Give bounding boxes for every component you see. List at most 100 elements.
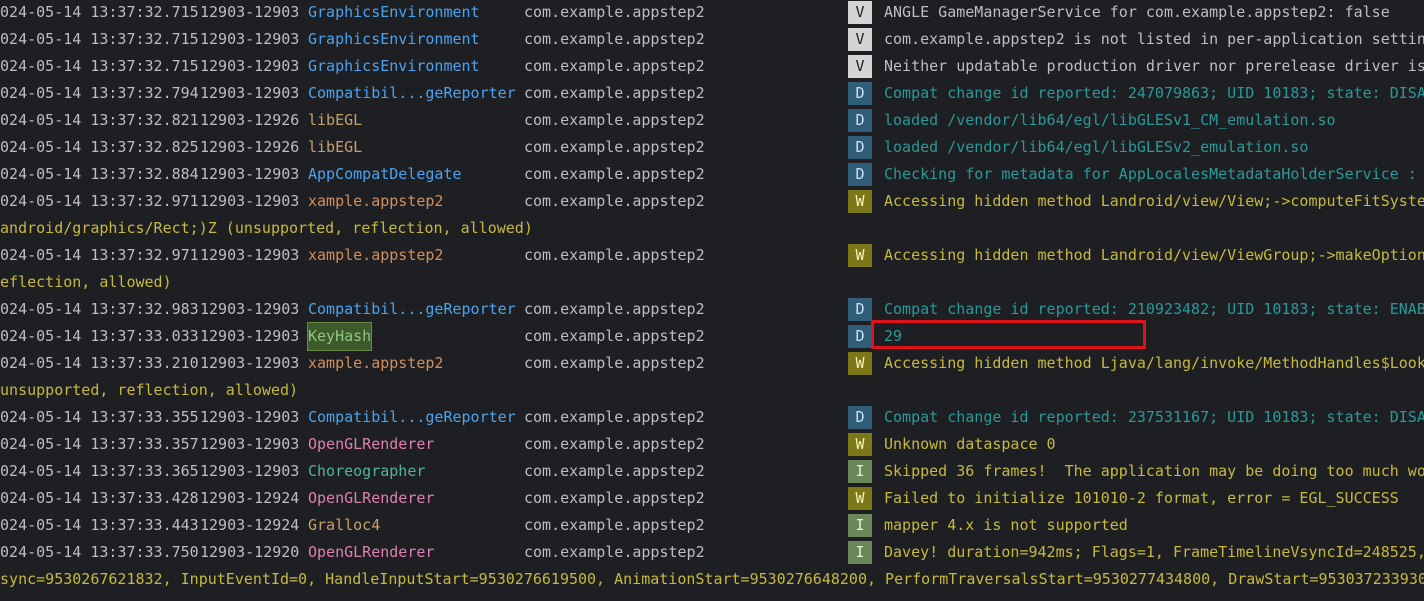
log-continuation-line[interactable]: Vsync=9530267621832, InputEventId=0, Han… — [0, 566, 1424, 593]
highlight-box — [871, 320, 1146, 349]
log-row[interactable]: 2024-05-14 13:37:33.033 12903-12903 KeyHas… — [0, 322, 1424, 351]
log-timestamp: 2024-05-14 13:37:33.210 — [0, 354, 199, 372]
log-level-badge: I — [848, 514, 872, 537]
log-row[interactable]: 2024-05-14 13:37:33.210 12903-12903 xample… — [0, 350, 1424, 377]
log-package: com.example.appstep2 — [524, 30, 705, 48]
log-row[interactable]: 2024-05-14 13:37:33.428 12903-12924 OpenGL… — [0, 485, 1424, 512]
log-timestamp: 2024-05-14 13:37:33.428 — [0, 489, 199, 507]
log-message: Accessing hidden method Landroid/view/Vi… — [884, 192, 1424, 210]
log-pid-tid: 12903-12903 — [200, 327, 300, 345]
log-pid-tid: 12903-12903 — [200, 246, 300, 264]
log-tag: KeyHash — [306, 322, 373, 351]
log-tag: xample.appstep2 — [308, 192, 444, 210]
log-pid-tid: 12903-12924 — [200, 516, 300, 534]
log-level-badge: W — [848, 352, 872, 375]
log-tag: Gralloc4 — [308, 516, 381, 534]
log-row[interactable]: 2024-05-14 13:37:32.794 12903-12903 Compat… — [0, 80, 1424, 107]
logcat-panel[interactable]: 2024-05-14 13:37:32.715 12903-12903 Graphi… — [0, 0, 1424, 601]
log-pid-tid: 12903-12903 — [200, 435, 300, 453]
log-package: com.example.appstep2 — [524, 111, 705, 129]
log-timestamp: 2024-05-14 13:37:32.715 — [0, 3, 199, 21]
log-tag: libEGL — [308, 111, 363, 129]
log-tag: Compatibil...geReporter — [308, 300, 516, 318]
log-tag: OpenGLRenderer — [308, 543, 435, 561]
log-continuation-text: (unsupported, reflection, allowed) — [0, 381, 299, 399]
log-level-badge: D — [848, 109, 872, 132]
log-message: Skipped 36 frames! The application may b… — [884, 462, 1424, 480]
log-row[interactable]: 2024-05-14 13:37:33.355 12903-12903 Compat… — [0, 404, 1424, 431]
log-level-badge: D — [848, 163, 872, 186]
log-timestamp: 2024-05-14 13:37:33.357 — [0, 435, 199, 453]
log-message: loaded /vendor/lib64/egl/libGLESv2_emula… — [884, 138, 1309, 156]
log-message: Failed to initialize 101010-2 format, er… — [884, 489, 1399, 507]
log-row[interactable]: 2024-05-14 13:37:32.884 12903-12903 AppCom… — [0, 161, 1424, 188]
log-continuation-text: reflection, allowed) — [0, 273, 172, 291]
log-package: com.example.appstep2 — [524, 57, 705, 75]
log-level-badge: W — [848, 433, 872, 456]
log-continuation-text: Vsync=9530267621832, InputEventId=0, Han… — [0, 570, 1424, 588]
log-row[interactable]: 2024-05-14 13:37:33.365 12903-12903 Choreo… — [0, 458, 1424, 485]
log-timestamp: 2024-05-14 13:37:32.821 — [0, 111, 199, 129]
log-tag: Compatibil...geReporter — [308, 408, 516, 426]
log-level-badge: V — [848, 55, 872, 78]
log-timestamp: 2024-05-14 13:37:32.715 — [0, 57, 199, 75]
log-continuation-line[interactable]: Landroid/graphics/Rect;)Z (unsupported, … — [0, 215, 1424, 242]
log-message: ANGLE GameManagerService for com.example… — [884, 3, 1390, 21]
log-tag: xample.appstep2 — [308, 246, 444, 264]
log-continuation-line[interactable]: reflection, allowed) — [0, 269, 1424, 296]
log-message: mapper 4.x is not supported — [884, 516, 1128, 534]
log-pid-tid: 12903-12903 — [200, 30, 300, 48]
log-package: com.example.appstep2 — [524, 489, 705, 507]
log-package: com.example.appstep2 — [524, 3, 705, 21]
log-timestamp: 2024-05-14 13:37:32.794 — [0, 84, 199, 102]
log-level-badge: I — [848, 541, 872, 564]
log-tag: Choreographer — [308, 462, 426, 480]
log-pid-tid: 12903-12903 — [200, 192, 300, 210]
log-pid-tid: 12903-12903 — [200, 300, 300, 318]
log-package: com.example.appstep2 — [524, 192, 705, 210]
log-package: com.example.appstep2 — [524, 300, 705, 318]
log-row[interactable]: 2024-05-14 13:37:32.825 12903-12926 libEGL… — [0, 134, 1424, 161]
log-level-badge: D — [848, 406, 872, 429]
log-message: Accessing hidden method Landroid/view/Vi… — [884, 246, 1424, 264]
log-row[interactable]: 2024-05-14 13:37:32.971 12903-12903 xample… — [0, 188, 1424, 215]
log-message: Compat change id reported: 247079863; UI… — [884, 84, 1424, 102]
log-row[interactable]: 2024-05-14 13:37:32.715 12903-12903 Graphi… — [0, 26, 1424, 53]
log-timestamp: 2024-05-14 13:37:33.750 — [0, 543, 199, 561]
log-message: loaded /vendor/lib64/egl/libGLESv1_CM_em… — [884, 111, 1336, 129]
log-message: Checking for metadata for AppLocalesMeta… — [884, 165, 1417, 183]
log-package: com.example.appstep2 — [524, 435, 705, 453]
log-package: com.example.appstep2 — [524, 462, 705, 480]
log-level-badge: V — [848, 28, 872, 51]
log-level-badge: V — [848, 1, 872, 24]
log-level-badge: W — [848, 190, 872, 213]
log-level-badge: W — [848, 487, 872, 510]
log-row[interactable]: 2024-05-14 13:37:32.983 12903-12903 Compat… — [0, 296, 1424, 323]
log-row[interactable]: 2024-05-14 13:37:32.971 12903-12903 xample… — [0, 242, 1424, 269]
log-row[interactable]: 2024-05-14 13:37:33.443 12903-12924 Grallo… — [0, 512, 1424, 539]
log-pid-tid: 12903-12903 — [200, 462, 300, 480]
log-level-badge: D — [848, 82, 872, 105]
log-level-badge: D — [848, 298, 872, 321]
log-timestamp: 2024-05-14 13:37:32.983 — [0, 300, 199, 318]
log-tag: OpenGLRenderer — [308, 435, 435, 453]
log-continuation-line[interactable]: (unsupported, reflection, allowed) — [0, 377, 1424, 404]
log-row[interactable]: 2024-05-14 13:37:33.750 12903-12920 OpenGL… — [0, 539, 1424, 566]
log-package: com.example.appstep2 — [524, 84, 705, 102]
log-message: Compat change id reported: 237531167; UI… — [884, 408, 1424, 426]
log-row[interactable]: 2024-05-14 13:37:32.715 12903-12903 Graphi… — [0, 53, 1424, 80]
log-timestamp: 2024-05-14 13:37:32.884 — [0, 165, 199, 183]
log-tag: Compatibil...geReporter — [308, 84, 516, 102]
log-row[interactable]: 2024-05-14 13:37:33.357 12903-12903 OpenGL… — [0, 431, 1424, 458]
log-message: Davey! duration=942ms; Flags=1, FrameTim… — [884, 543, 1424, 561]
log-package: com.example.appstep2 — [524, 138, 705, 156]
log-row[interactable]: 2024-05-14 13:37:32.821 12903-12926 libEGL… — [0, 107, 1424, 134]
log-tag: AppCompatDelegate — [308, 165, 462, 183]
log-package: com.example.appstep2 — [524, 165, 705, 183]
log-package: com.example.appstep2 — [524, 246, 705, 264]
log-tag: OpenGLRenderer — [308, 489, 435, 507]
log-row[interactable]: 2024-05-14 13:37:32.715 12903-12903 Graphi… — [0, 0, 1424, 26]
log-timestamp: 2024-05-14 13:37:32.971 — [0, 192, 199, 210]
log-pid-tid: 12903-12903 — [200, 354, 300, 372]
log-pid-tid: 12903-12924 — [200, 489, 300, 507]
